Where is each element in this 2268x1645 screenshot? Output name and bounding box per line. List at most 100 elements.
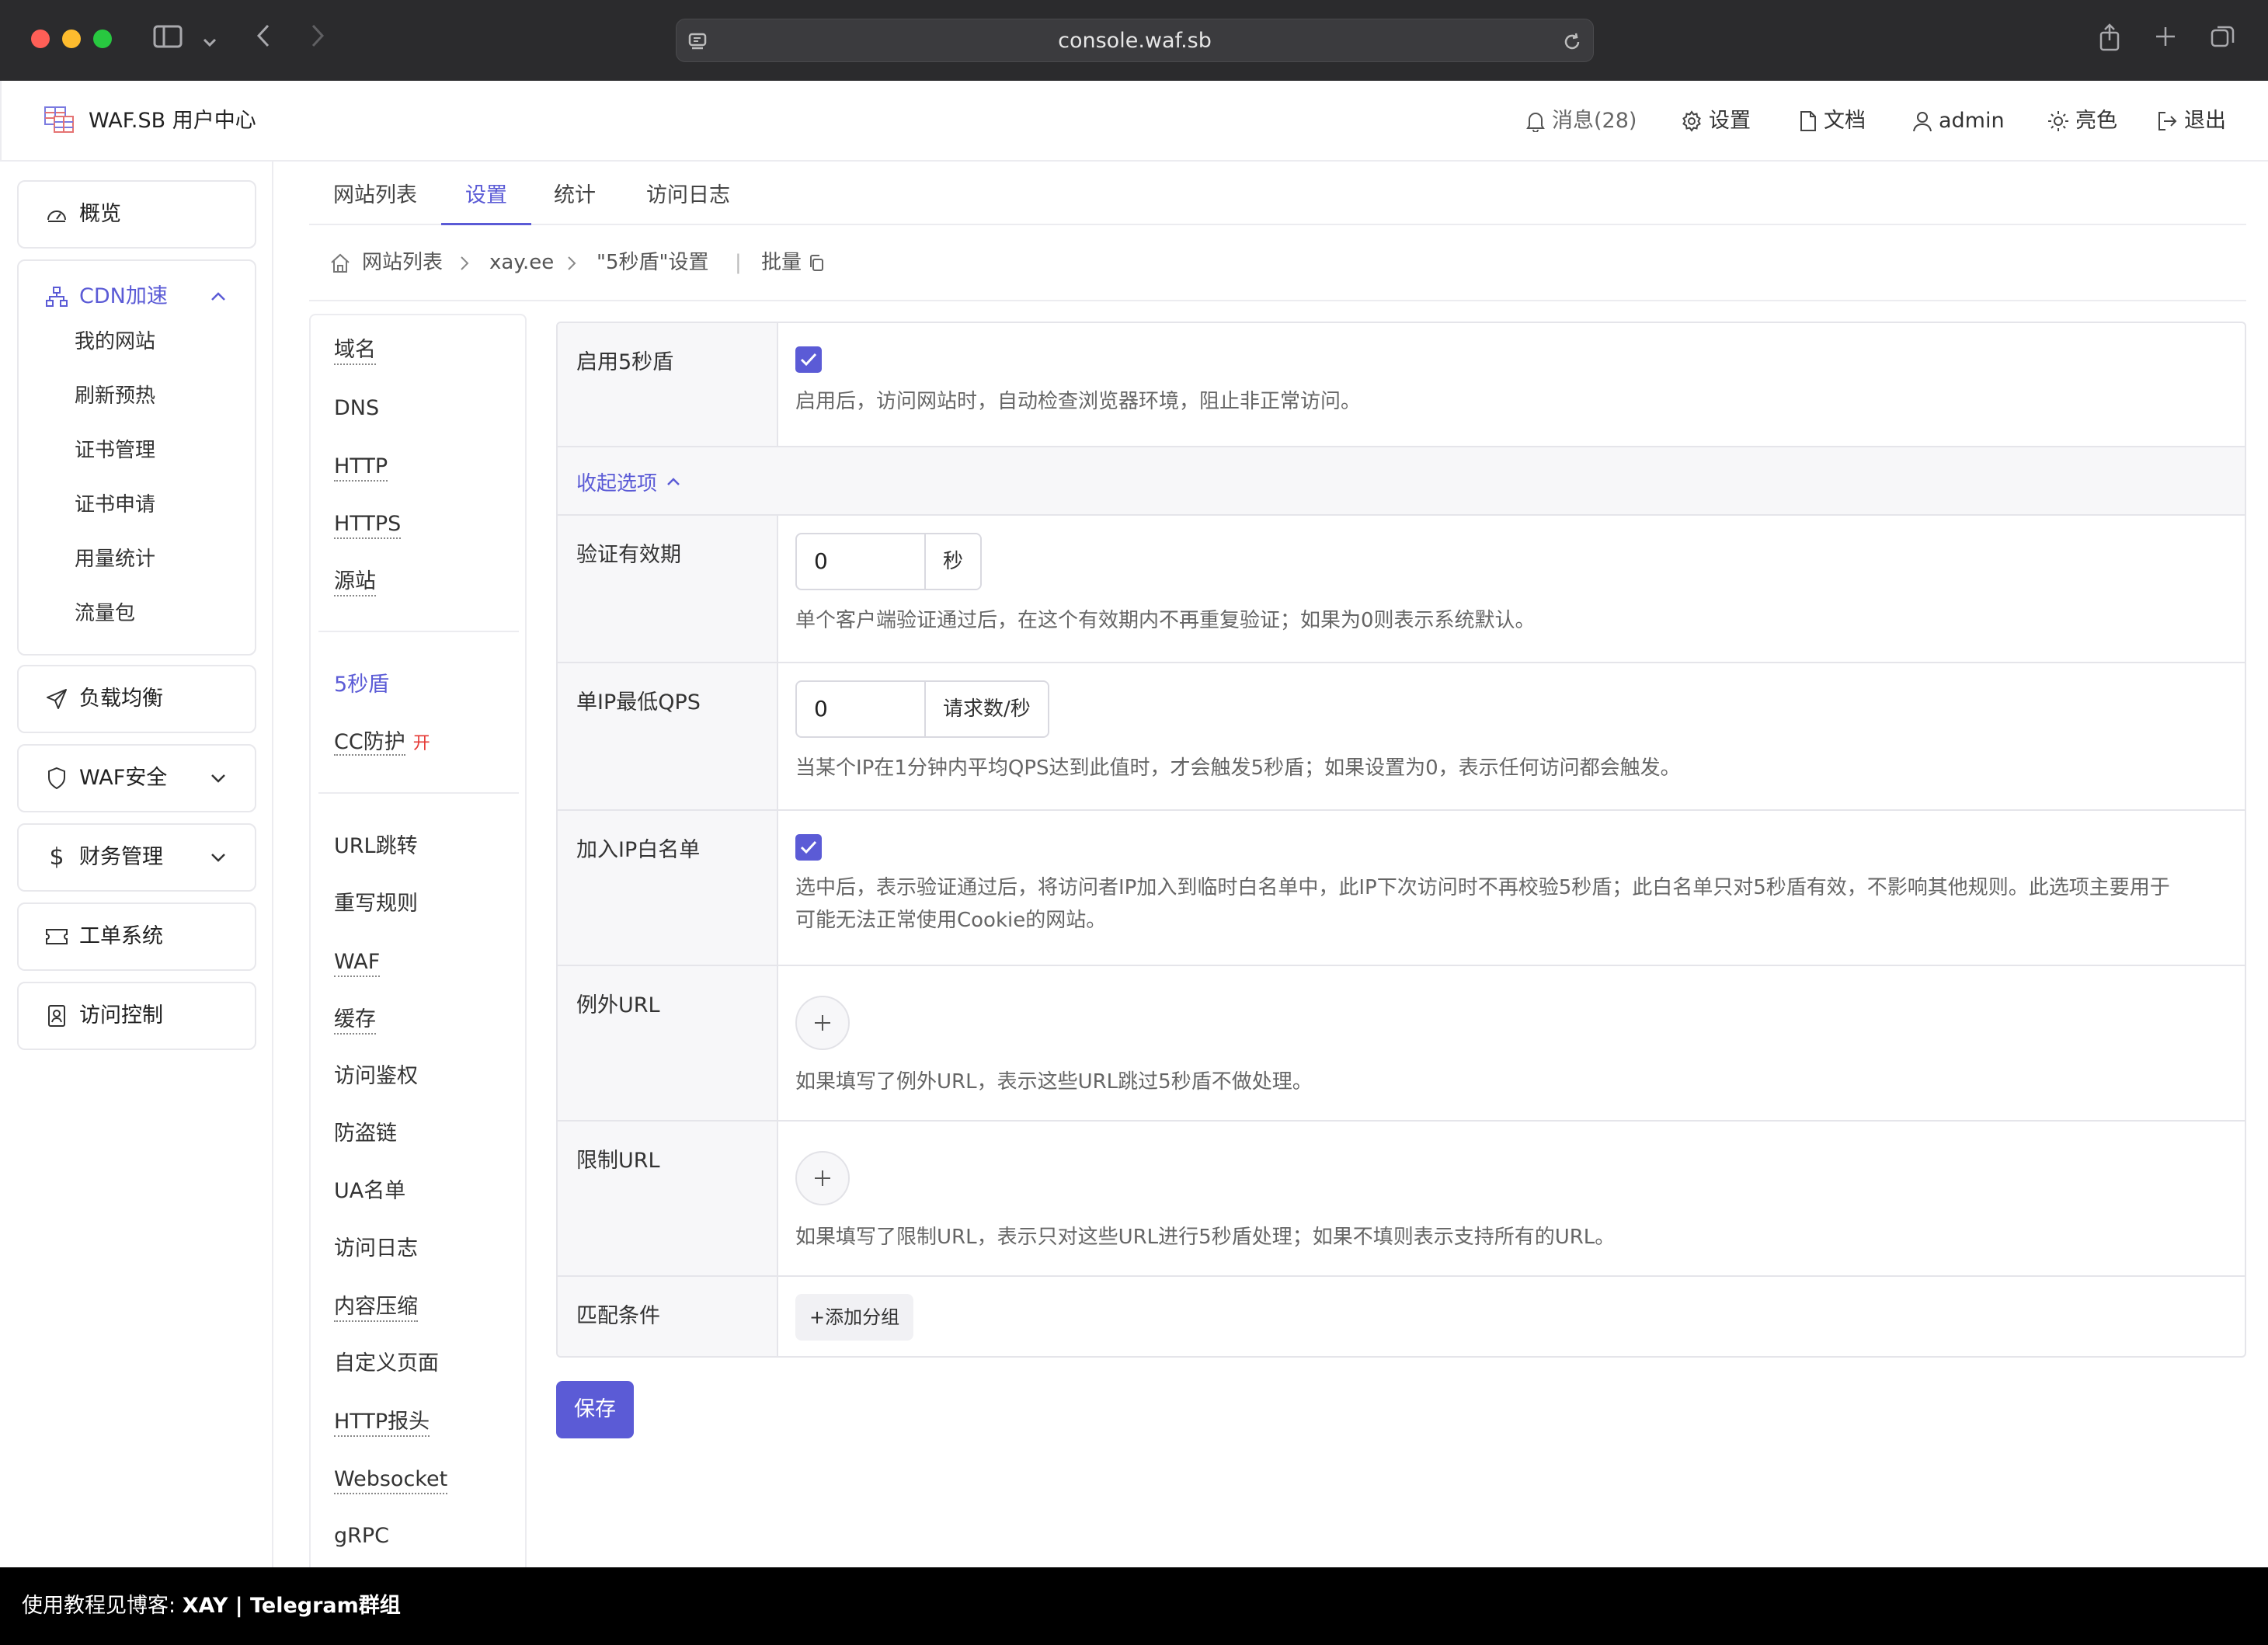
sidebar-subitem-cert-apply[interactable]: 证书申请 (75, 489, 155, 520)
sidebar-item-access[interactable]: 访问控制 (17, 982, 256, 1050)
telegram-link[interactable]: Telegram群组 (250, 1594, 401, 1618)
tab-site-list[interactable]: 网站列表 (332, 179, 418, 225)
enable-checkbox[interactable] (795, 346, 822, 373)
sidebar-item-overview[interactable]: 概览 (17, 180, 256, 249)
home-icon[interactable] (329, 247, 351, 278)
brand-title[interactable]: WAF.SB 用户中心 (89, 81, 256, 162)
messages-link[interactable]: 消息(28) (1525, 81, 1637, 162)
sidebar-item-label: 财务管理 (79, 845, 163, 869)
breadcrumb-divider-line (309, 300, 2246, 301)
subnav-cc[interactable]: CC防护开 (334, 727, 430, 760)
sidebar-item-waf[interactable]: WAF安全 (17, 744, 256, 812)
back-icon[interactable] (250, 23, 277, 56)
share-icon[interactable] (2094, 23, 2125, 56)
sidebar-item-cdn[interactable]: CDN加速 (19, 264, 255, 329)
subnav-origin[interactable]: 源站 (334, 569, 376, 596)
status-badge: 开 (412, 734, 430, 753)
tab-overview-icon[interactable] (2207, 23, 2238, 56)
logout-label: 退出 (2184, 109, 2226, 133)
row-description: 选中后，表示验证通过后，将访问者IP加入到临时白名单中，此IP下次访问时不再校验… (795, 876, 2170, 899)
theme-toggle[interactable]: 亮色 (2047, 81, 2117, 162)
document-icon (1799, 110, 1818, 132)
subnav-https[interactable]: HTTPS (334, 511, 402, 539)
dashboard-icon (45, 182, 68, 247)
forward-icon[interactable] (304, 23, 331, 56)
subnav-rewrite[interactable]: 重写规则 (334, 889, 418, 920)
subnav-access-log[interactable]: 访问日志 (334, 1233, 418, 1264)
row-validity: 验证有效期 0 秒 单个客户端验证通过后，在这个有效期内不再重复验证；如果为0则… (558, 516, 2245, 663)
user-label: admin (1939, 109, 2005, 133)
subnav-waf[interactable]: WAF (334, 949, 381, 977)
chevron-down-icon[interactable] (210, 825, 227, 890)
whitelist-checkbox[interactable] (795, 834, 822, 861)
sidebar-item-label: CDN加速 (79, 284, 168, 308)
sidebar-subitem-my-sites[interactable]: 我的网站 (75, 326, 155, 357)
left-sidebar: 概览 CDN加速 我的网站 刷新预热 证书管理 证书申请 用量统计 流量包 负载… (0, 162, 273, 1567)
sidebar-item-load-balance[interactable]: 负载均衡 (17, 665, 256, 733)
sidebar-item-ticket[interactable]: 工单系统 (17, 902, 256, 971)
subnav-http[interactable]: HTTP (334, 454, 388, 482)
docs-link[interactable]: 文档 (1799, 81, 1866, 162)
new-tab-icon[interactable] (2150, 23, 2181, 56)
subnav-http-header[interactable]: HTTP报头 (334, 1409, 430, 1437)
subnav-websocket[interactable]: Websocket (334, 1466, 448, 1494)
blog-link[interactable]: XAY (183, 1594, 228, 1618)
subnav-domain[interactable]: 域名 (334, 337, 376, 365)
batch-link[interactable]: 批量 (761, 247, 825, 278)
logout-link[interactable]: 退出 (2156, 81, 2226, 162)
row-label: 匹配条件 (576, 1304, 660, 1328)
sidebar-subitem-refresh[interactable]: 刷新预热 (75, 381, 155, 412)
chevron-down-icon[interactable] (210, 746, 227, 811)
chevron-down-icon[interactable] (199, 23, 221, 56)
validity-input[interactable]: 0 (797, 534, 926, 589)
qps-input[interactable]: 0 (797, 682, 926, 736)
reload-icon[interactable] (1562, 19, 1582, 63)
contact-card-icon (45, 983, 68, 1049)
subnav-custom-page[interactable]: 自定义页面 (334, 1348, 439, 1379)
sidebar-toggle-icon[interactable] (151, 23, 185, 56)
save-button[interactable]: 保存 (556, 1381, 634, 1438)
brand-logo-icon[interactable] (43, 106, 75, 134)
close-window-button[interactable] (31, 30, 50, 48)
breadcrumb-site-list[interactable]: 网站列表 (362, 247, 443, 278)
gear-icon (1681, 110, 1703, 132)
subnav-auth[interactable]: 访问鉴权 (334, 1061, 418, 1092)
tab-stats[interactable]: 统计 (550, 179, 600, 225)
bottom-banner: 使用教程见博客: XAY | Telegram群组 (0, 1567, 2268, 1645)
subnav-cache[interactable]: 缓存 (334, 1007, 376, 1035)
subnav-5s-shield[interactable]: 5秒盾 (334, 669, 389, 701)
subnav-dns[interactable]: DNS (334, 393, 379, 424)
sidebar-item-label: 概览 (79, 202, 121, 226)
tab-access-log[interactable]: 访问日志 (645, 179, 732, 225)
user-link[interactable]: admin (1912, 81, 2005, 162)
shield-icon (45, 746, 68, 811)
add-except-url-button[interactable] (795, 996, 850, 1050)
breadcrumb-site[interactable]: xay.ee (489, 247, 554, 278)
minimize-window-button[interactable] (62, 30, 81, 48)
subnav-ua[interactable]: UA名单 (334, 1176, 405, 1207)
validity-unit: 秒 (926, 534, 981, 589)
subnav-cc-label: CC防护 (334, 730, 405, 756)
maximize-window-button[interactable] (93, 30, 112, 48)
subnav-compress[interactable]: 内容压缩 (334, 1294, 418, 1322)
sun-icon (2047, 110, 2069, 132)
user-icon (1912, 110, 1932, 132)
subnav-hotlink[interactable]: 防盗链 (334, 1118, 397, 1149)
address-bar[interactable]: console.waf.sb (676, 19, 1594, 62)
chevron-up-icon[interactable] (210, 264, 227, 329)
sidebar-subitem-certs[interactable]: 证书管理 (75, 435, 155, 466)
settings-link[interactable]: 设置 (1681, 81, 1751, 162)
subnav-grpc[interactable]: gRPC (334, 1521, 389, 1552)
subnav-divider (318, 631, 519, 632)
sidebar-subitem-usage[interactable]: 用量统计 (75, 544, 155, 575)
qps-input-group: 0 请求数/秒 (795, 680, 1049, 738)
tab-settings[interactable]: 设置 (441, 179, 531, 225)
sidebar-item-label: 工单系统 (79, 924, 163, 948)
collapse-options-link[interactable]: 收起选项 (576, 447, 682, 516)
add-limit-url-button[interactable] (795, 1151, 850, 1205)
subnav-url-redirect[interactable]: URL跳转 (334, 831, 418, 862)
add-group-button[interactable]: +添加分组 (795, 1294, 914, 1341)
qps-unit: 请求数/秒 (926, 682, 1048, 736)
sidebar-item-finance[interactable]: $ 财务管理 (17, 823, 256, 892)
sidebar-subitem-traffic[interactable]: 流量包 (75, 598, 135, 629)
